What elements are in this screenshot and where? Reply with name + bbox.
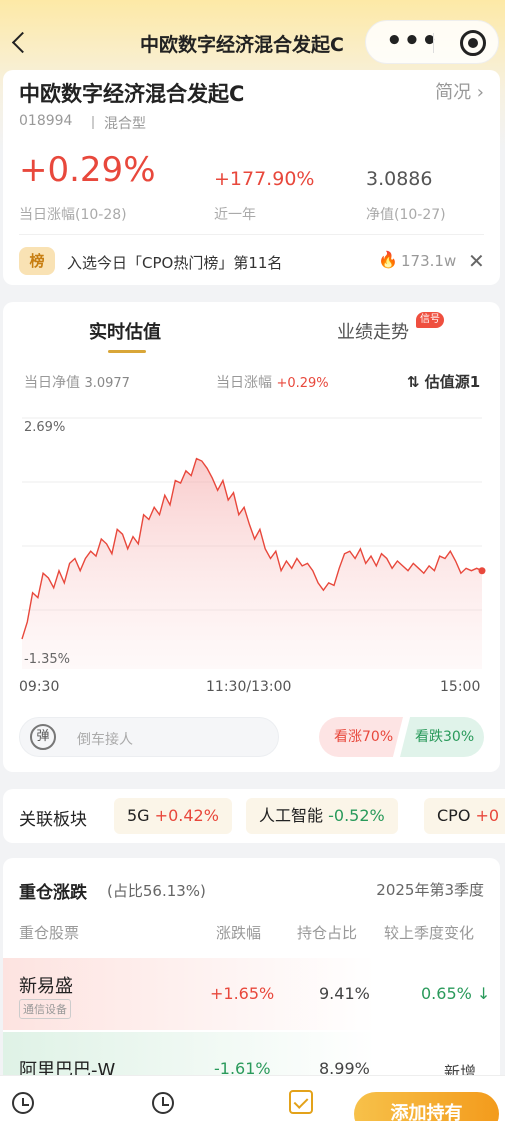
fund-name: 中欧数字经济混合发起C [19,82,245,106]
column-header-weight: 持仓占比 [297,924,358,942]
chart-last-point [478,567,486,575]
year-change-value: +177.90% [214,168,315,190]
daily-nav-info: 当日净值 3.0977 [24,372,130,392]
nav-value: 3.0886 [366,168,433,190]
stock-delta: 0.65% ↓ [421,984,491,1003]
stock-industry-tag: 通信设备 [19,999,71,1019]
code-separator [92,116,94,129]
daily-change-value: +0.29% [19,150,156,190]
intraday-chart[interactable]: 2.69% -1.35% [3,407,500,672]
ranking-text[interactable]: 入选今日「CPO热门榜」第11名 [67,252,282,273]
holdings-quarter[interactable]: 2025年第3季度 [376,879,484,900]
signal-badge: 信号 [416,312,444,328]
page-title: 中欧数字经济混合发起C [140,34,344,56]
heat-count: 173.1w [401,252,457,270]
sector-change: +0 [475,806,500,825]
close-mini-program-icon[interactable] [460,30,486,56]
daily-change-info-label: 当日涨幅 [216,375,272,391]
history-icon[interactable] [12,1092,34,1114]
capsule-divider [433,33,434,53]
sector-chip[interactable]: CPO +0 [424,798,505,834]
daily-nav-value: 3.0977 [84,376,130,391]
close-icon[interactable]: ✕ [468,249,485,273]
year-change-label: 近一年 [214,207,256,223]
sector-chip[interactable]: 5G +0.42% [114,798,232,834]
fund-code: 018994 [19,113,73,129]
related-sectors-title: 关联板块 [19,810,87,830]
watchlist-check-icon[interactable] [289,1090,313,1114]
overview-link[interactable]: 简况 › [435,78,484,104]
ranking-badge-icon: 榜 [19,247,55,275]
tab-realtime-estimate[interactable]: 实时估值 [89,318,161,344]
comment-placeholder: 倒车接人 [77,732,133,748]
sector-change: -0.52% [328,806,385,825]
alarm-icon[interactable] [152,1092,174,1114]
more-menu-icon[interactable]: ••• [386,27,439,55]
bottom-action-bar: 添加持有 [0,1075,505,1121]
bullet-comment-icon[interactable]: 弹 [30,724,56,750]
estimate-card: 实时估值 业绩走势 信号 当日净值 3.0977 当日涨幅 +0.29% ⇅ 估… [3,302,500,772]
fund-summary-card: 中欧数字经济混合发起C 简况 › 018994 混合型 +0.29% 当日涨幅(… [3,70,500,285]
bullet-comment-input[interactable]: 弹 倒车接人 [19,717,279,757]
x-axis-close-label: 15:00 [440,679,481,695]
sector-name: CPO [437,806,471,825]
tab-performance-trend[interactable]: 业绩走势 [337,318,409,344]
daily-nav-label: 当日净值 [24,375,80,391]
y-axis-min-label: -1.35% [24,652,70,667]
stock-change: +1.65% [210,984,275,1003]
holdings-title: 重仓涨跌 [19,883,87,903]
divider [19,234,484,235]
sector-chip[interactable]: 人工智能 -0.52% [246,798,398,834]
sector-change: +0.42% [154,806,219,825]
estimate-source-switch[interactable]: ⇅ 估值源1 [407,371,480,392]
fund-type: 混合型 [104,116,146,132]
add-holding-button[interactable]: 添加持有 [354,1092,499,1121]
column-header-change: 涨跌幅 [216,924,262,942]
table-row[interactable]: 新易盛 通信设备 +1.65% 9.41% 0.65% ↓ [3,958,500,1030]
vote-bullish-button[interactable]: 看涨70% [319,717,403,757]
tab-underline [108,350,146,353]
related-sectors-card: 关联板块 5G +0.42% 人工智能 -0.52% CPO +0 [3,789,505,843]
stock-weight: 9.41% [319,984,370,1003]
daily-change-info: 当日涨幅 +0.29% [216,372,329,392]
vote-bearish-button[interactable]: 看跌30% [400,717,484,757]
x-axis-open-label: 09:30 [19,679,60,695]
mini-program-capsule: ••• [365,20,499,64]
nav-label: 净值(10-27) [366,207,446,223]
holdings-ratio: (占比56.13%) [107,882,206,900]
x-axis-mid-label: 11:30/13:00 [206,679,292,695]
navigation-bar: 中欧数字经济混合发起C ••• [0,0,505,78]
daily-change-label: 当日涨幅(10-28) [19,207,127,223]
column-header-delta: 较上季度变化 [384,924,475,942]
daily-change-info-value: +0.29% [276,376,329,391]
y-axis-max-label: 2.69% [24,420,65,435]
stock-name: 新易盛 [19,976,73,997]
fire-icon: 🔥 [378,250,398,269]
sector-name: 5G [127,806,150,825]
back-arrow-icon[interactable] [6,28,36,58]
sector-name: 人工智能 [259,806,324,825]
column-header-stock: 重仓股票 [19,924,80,942]
